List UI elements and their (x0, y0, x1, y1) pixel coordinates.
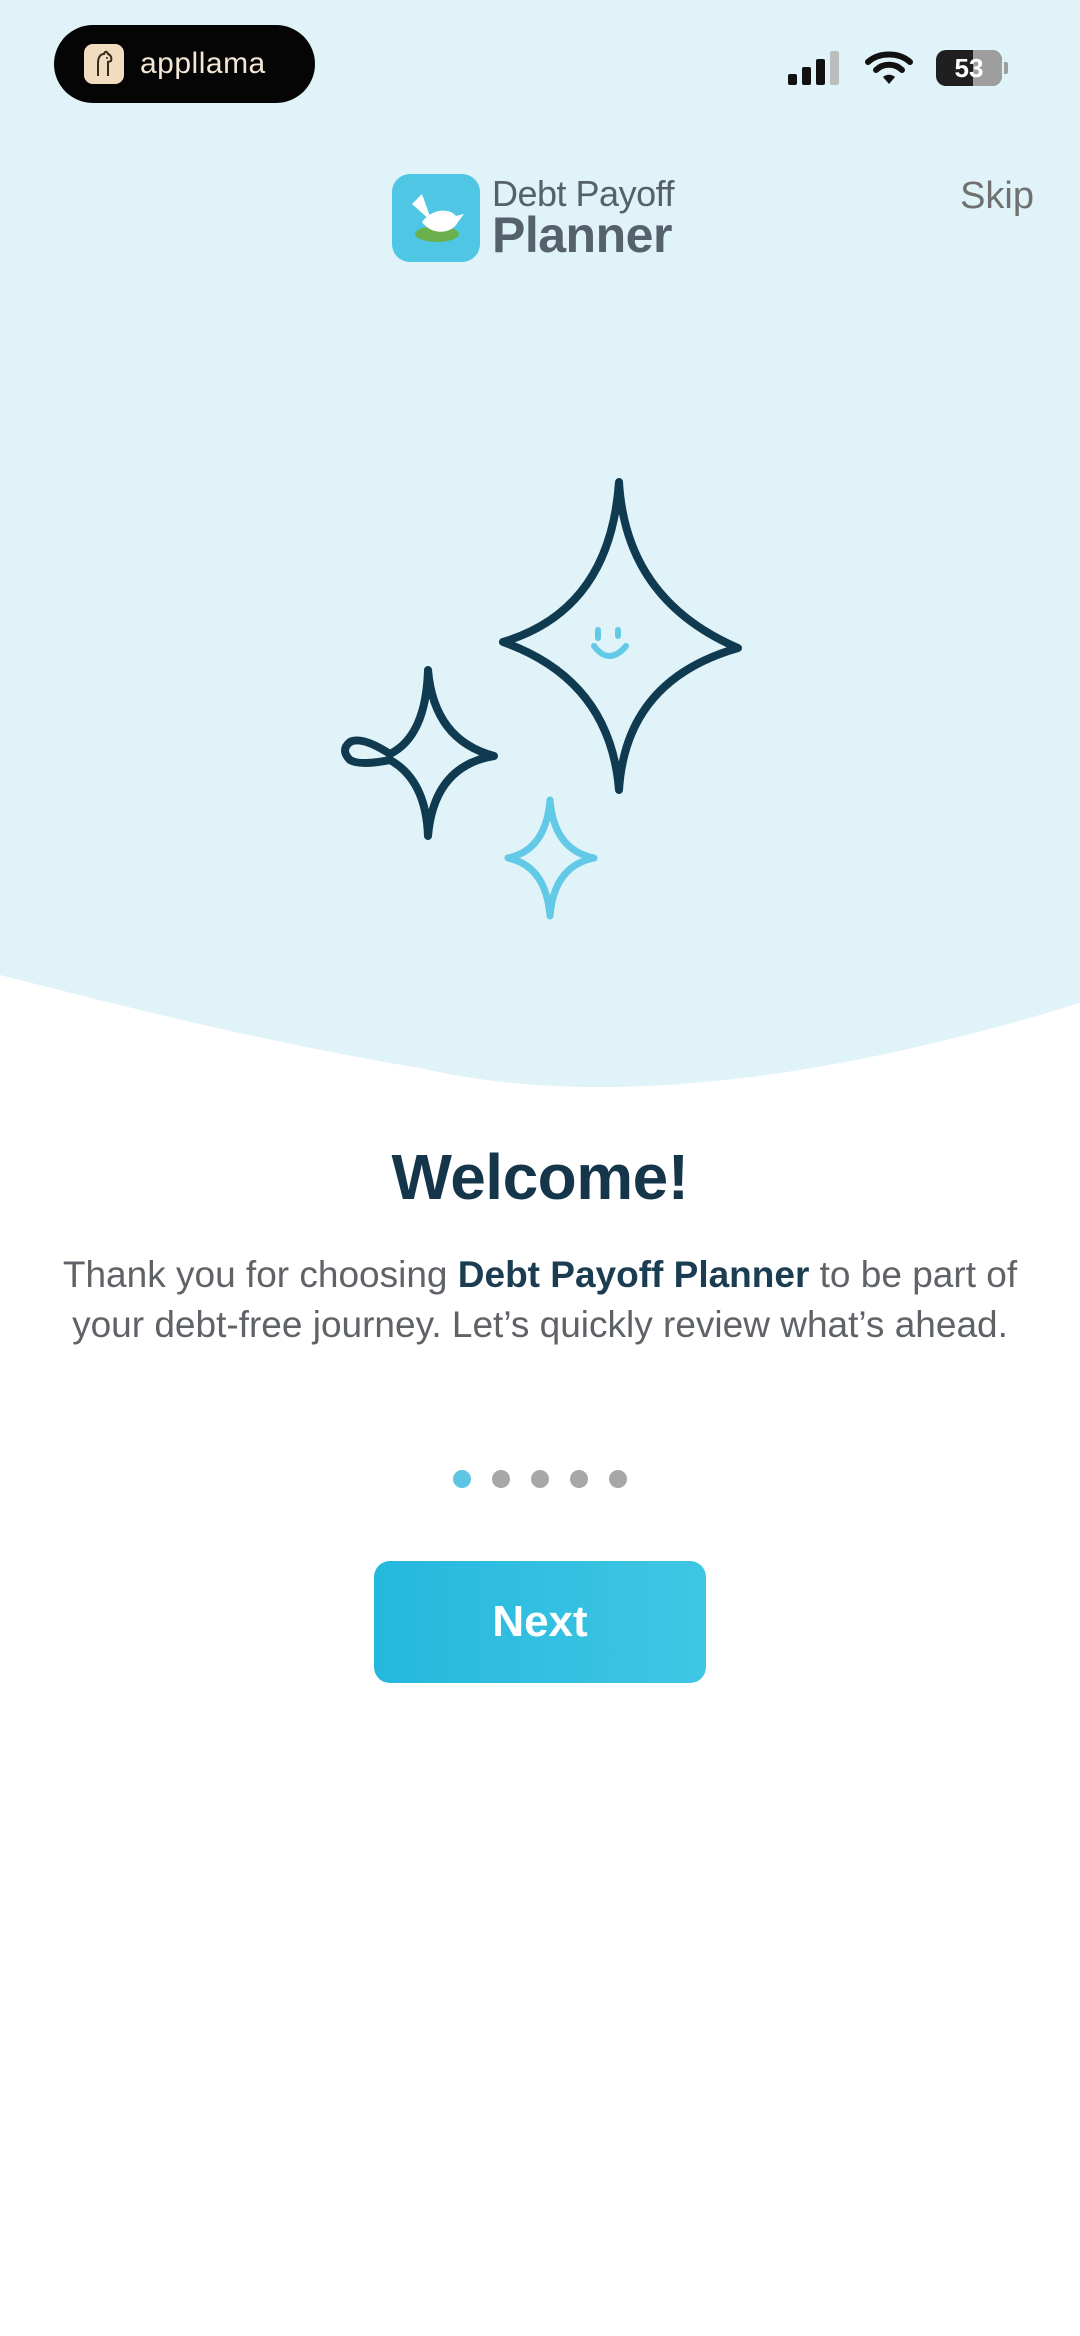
page-dot-4[interactable] (570, 1470, 588, 1488)
status-bar-icons: 53 (786, 50, 1008, 86)
battery-level: 53 (954, 52, 984, 83)
page-dot-3[interactable] (531, 1470, 549, 1488)
screen-recorder-pill: appllama (54, 25, 315, 103)
skip-button[interactable]: Skip (960, 175, 1034, 218)
page-dot-1[interactable] (453, 1470, 471, 1488)
description-prefix: Thank you for choosing (62, 1254, 458, 1295)
description-app-name: Debt Payoff Planner (457, 1254, 810, 1295)
brand-name-line2: Planner (492, 207, 672, 263)
sparkle-stars-illustration (341, 478, 742, 920)
wifi-icon (865, 51, 913, 84)
app-brand-logo: Debt Payoff Planner (392, 174, 674, 262)
page-indicator (0, 1470, 1080, 1488)
battery-cap (1004, 62, 1008, 74)
page-dot-5[interactable] (609, 1470, 627, 1488)
appllama-logo-icon (84, 44, 124, 84)
page-title: Welcome! (391, 1141, 689, 1213)
onboarding-description: Thank you for choosing Debt Payoff Plann… (60, 1250, 1020, 1350)
next-button[interactable]: Next (374, 1561, 706, 1683)
dove-app-icon (392, 174, 480, 262)
page-dot-2[interactable] (492, 1470, 510, 1488)
onboarding-content: Welcome! Thank you for choosing Debt Pay… (0, 1140, 1080, 1350)
cellular-signal-icon (788, 51, 839, 85)
recording-app-name: appllama (140, 47, 266, 80)
battery-icon: 53 (936, 50, 1002, 86)
